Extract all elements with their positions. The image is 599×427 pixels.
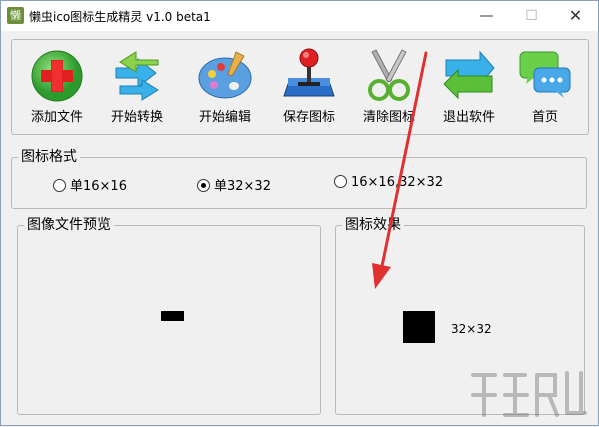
app-window: 懒 懒虫ico图标生成精灵 v1.0 beta1 — ☐ ✕ 添加文件 开始转换 [0,0,599,426]
annotation-arrow [372,51,428,289]
watermark-logo [471,371,587,417]
